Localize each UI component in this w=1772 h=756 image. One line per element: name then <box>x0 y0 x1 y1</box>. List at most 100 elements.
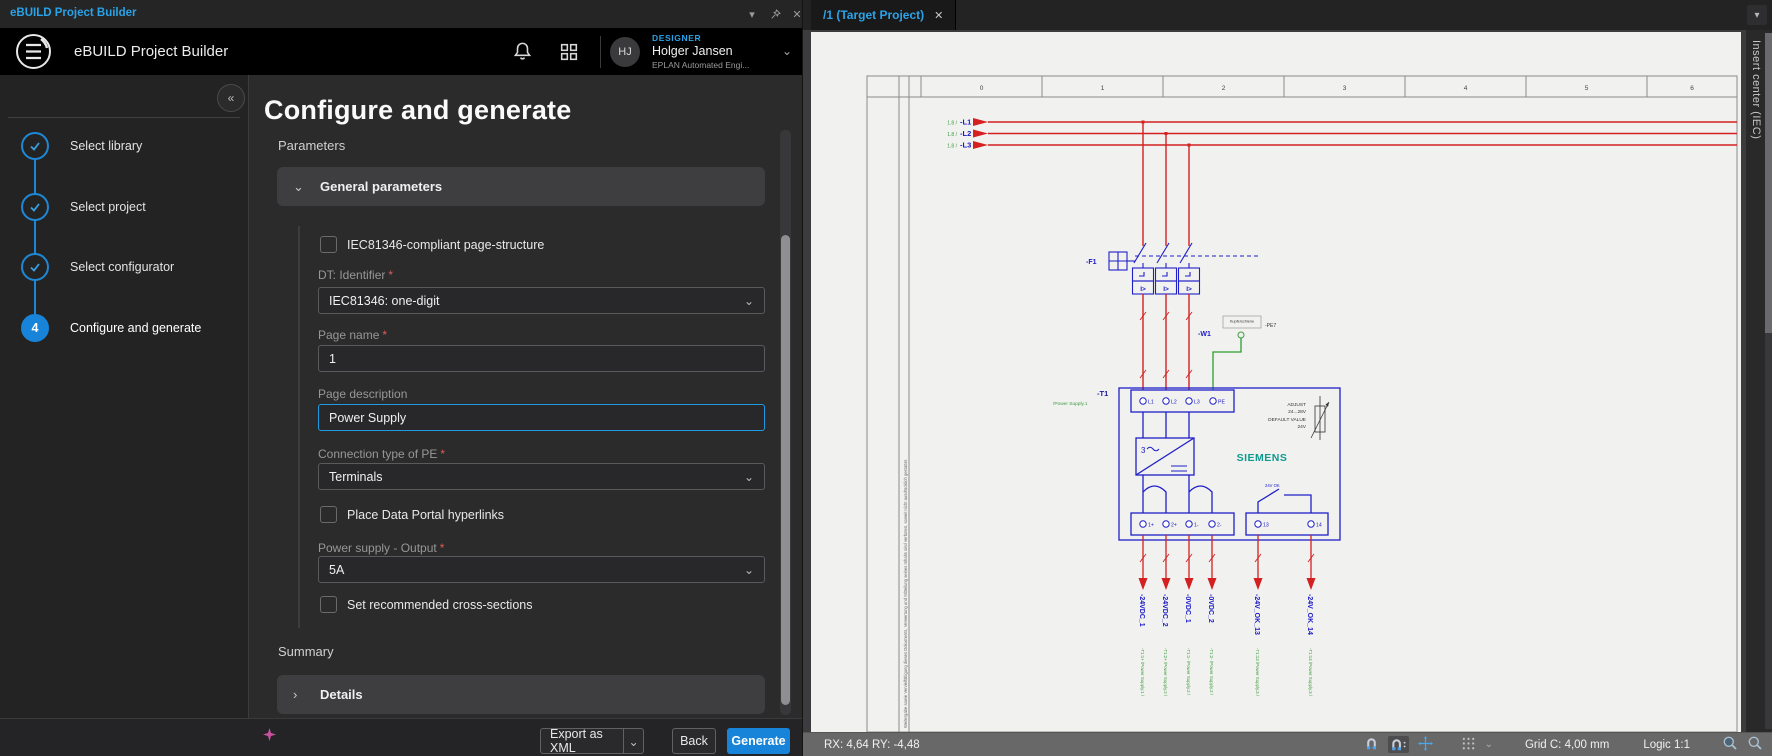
accordion-label: General parameters <box>320 179 443 194</box>
viewer-scrollbar-thumb[interactable] <box>1765 33 1772 333</box>
sidebar-separator <box>8 117 240 118</box>
checkbox-label: IEC81346-compliant page-structure <box>347 237 545 252</box>
eplan-logo-icon <box>14 32 53 76</box>
window-title: eBUILD Project Builder <box>10 7 137 19</box>
data-portal-checkbox[interactable] <box>320 506 337 523</box>
svg-text:-T1:14 /Power Supply.3 /: -T1:14 /Power Supply.3 / <box>1308 648 1313 697</box>
tab-target-project[interactable]: /1 (Target Project) ✕ <box>811 0 957 30</box>
app-switcher-grid-icon[interactable] <box>560 43 578 66</box>
svg-text:I>: I> <box>1186 286 1192 293</box>
header-divider <box>600 36 601 68</box>
cross-sections-checkbox[interactable] <box>320 596 337 613</box>
app-title: eBUILD Project Builder <box>74 43 229 60</box>
wizard-step-label[interactable]: Configure and generate <box>70 321 201 335</box>
tab-close-icon[interactable]: ✕ <box>934 9 943 22</box>
move-crosshair-icon[interactable] <box>1417 735 1433 754</box>
svg-text:-T1:1- /Power Supply.2 /: -T1:1- /Power Supply.2 / <box>1186 648 1191 696</box>
svg-text:-T1:2- /Power Supply.2 /: -T1:2- /Power Supply.2 / <box>1209 648 1214 696</box>
svg-text:DEFAULT VALUE: DEFAULT VALUE <box>1268 417 1306 423</box>
checkbox-label: Set recommended cross-sections <box>347 597 533 612</box>
page-description-input[interactable] <box>318 404 765 431</box>
user-menu-chevron-icon[interactable]: ⌄ <box>782 44 792 58</box>
svg-text:-T1: -T1 <box>1097 389 1108 398</box>
app-header: eBUILD Project Builder HJ DESIGNER Holge… <box>0 28 802 75</box>
data-portal-row: Place Data Portal hyperlinks <box>320 506 504 523</box>
back-button[interactable]: Back <box>672 728 716 754</box>
select-value: Terminals <box>329 469 383 484</box>
chevron-down-icon: ⌄ <box>293 178 304 194</box>
svg-text:-24VDC_1: -24VDC_1 <box>1138 594 1145 627</box>
select-value: IEC81346: one-digit <box>329 293 440 308</box>
svg-text:-T1:13 /Power Supply.3 /: -T1:13 /Power Supply.3 / <box>1255 648 1260 697</box>
details-accordion[interactable]: › Details <box>277 675 765 714</box>
svg-text:-L2: -L2 <box>960 129 971 138</box>
notifications-bell-icon[interactable] <box>512 41 533 67</box>
export-xml-split-button[interactable]: Export as XML ⌄ <box>540 727 644 755</box>
dt-identifier-label: DT: Identifier * <box>318 268 394 282</box>
power-output-select[interactable]: 5A ⌄ <box>318 556 765 583</box>
wizard-step-label[interactable]: Select configurator <box>70 260 174 274</box>
svg-text:1.8 /: 1.8 / <box>947 121 957 127</box>
grid-size-label: Grid C: 4,00 mm <box>1524 738 1610 751</box>
export-options-chevron-icon[interactable]: ⌄ <box>624 734 643 749</box>
avatar[interactable]: HJ <box>610 37 640 67</box>
scale-label: Logic 1:1 <box>1643 738 1690 751</box>
svg-text:1+: 1+ <box>1148 523 1154 529</box>
form-scrollbar-thumb[interactable] <box>781 235 790 705</box>
wizard-step-configure-generate[interactable]: 4 <box>21 314 49 342</box>
svg-text:5: 5 <box>1585 85 1589 92</box>
general-parameters-accordion[interactable]: ⌄ General parameters <box>277 167 765 206</box>
window-pin-icon[interactable] <box>767 6 783 22</box>
svg-text:-T1:2+ /Power Supply.2 /: -T1:2+ /Power Supply.2 / <box>1163 648 1168 697</box>
chevron-down-icon: ⌄ <box>743 293 754 308</box>
app-root: eBUILD Project Builder ▾ ✕ eBUILD Projec… <box>0 0 1772 756</box>
svg-text:L2: L2 <box>1171 400 1177 406</box>
grid-dots-icon[interactable] <box>1461 736 1476 754</box>
wizard-step-label[interactable]: Select library <box>70 139 142 153</box>
form-scrollbar[interactable] <box>780 130 791 715</box>
grid-options-chevron-icon[interactable]: ⌄ <box>1485 739 1493 750</box>
chevron-down-icon: ⌄ <box>743 469 754 484</box>
wizard-sidebar <box>0 75 249 718</box>
page-name-input[interactable] <box>318 345 765 372</box>
wizard-step-label[interactable]: Select project <box>70 200 146 214</box>
svg-text:24...28V: 24...28V <box>1288 409 1307 415</box>
zoom-in-magnifier-icon[interactable] <box>1747 735 1763 754</box>
svg-text:13: 13 <box>1263 523 1269 529</box>
pe-connection-label: Connection type of PE * <box>318 447 446 461</box>
sidebar-collapse-button[interactable]: « <box>217 84 245 112</box>
export-xml-label[interactable]: Export as XML <box>541 727 623 755</box>
generate-button[interactable]: Generate <box>727 728 790 754</box>
svg-text:I>: I> <box>1163 286 1169 293</box>
pe-connection-select[interactable]: Terminals ⌄ <box>318 463 765 490</box>
wizard-step-select-configurator[interactable] <box>21 253 49 281</box>
svg-text:14: 14 <box>1316 523 1322 529</box>
viewer-scrollbar[interactable] <box>1765 33 1772 729</box>
step-check-icon <box>21 132 49 160</box>
window-chevron-down-icon[interactable]: ▾ <box>744 6 760 22</box>
svg-text:I>: I> <box>1140 286 1146 293</box>
insert-center-tab[interactable]: Insert center (IEC) <box>1750 40 1762 139</box>
page-name-label: Page name * <box>318 328 388 342</box>
svg-text:/Power Supply.1: /Power Supply.1 <box>1053 401 1088 407</box>
left-window-footer: Export as XML ⌄ Back Generate <box>0 718 802 756</box>
svg-text:-0VDC_2: -0VDC_2 <box>1207 594 1214 623</box>
iec-page-structure-checkbox[interactable] <box>320 236 337 253</box>
zoom-out-magnifier-icon[interactable] <box>1722 735 1738 754</box>
schematic-canvas[interactable]: 0 1 2 3 4 5 6 Weitergabe sowie Vervielfä… <box>803 30 1772 732</box>
wizard-step-select-project[interactable] <box>21 193 49 221</box>
svg-text:3: 3 <box>1343 85 1347 92</box>
parameters-section-label: Parameters <box>278 138 346 153</box>
wizard-step-select-library[interactable] <box>21 132 49 160</box>
dt-identifier-select[interactable]: IEC81346: one-digit ⌄ <box>318 287 765 314</box>
svg-text:PE: PE <box>1218 400 1225 406</box>
svg-text:1: 1 <box>1101 85 1105 92</box>
panel-chevron-down-icon[interactable]: ▾ <box>1747 5 1767 25</box>
user-name: Holger Jansen <box>652 44 733 58</box>
snap-magnet-grid-icon[interactable] <box>1387 736 1409 753</box>
svg-text:-T1:1+ /Power Supply.1 /: -T1:1+ /Power Supply.1 / <box>1140 648 1145 697</box>
insert-center-strip: Insert center (IEC) <box>1746 30 1772 732</box>
checkbox-label: Place Data Portal hyperlinks <box>347 507 505 522</box>
svg-text:-L3: -L3 <box>960 141 971 150</box>
snap-magnet-icon[interactable] <box>1364 736 1379 754</box>
